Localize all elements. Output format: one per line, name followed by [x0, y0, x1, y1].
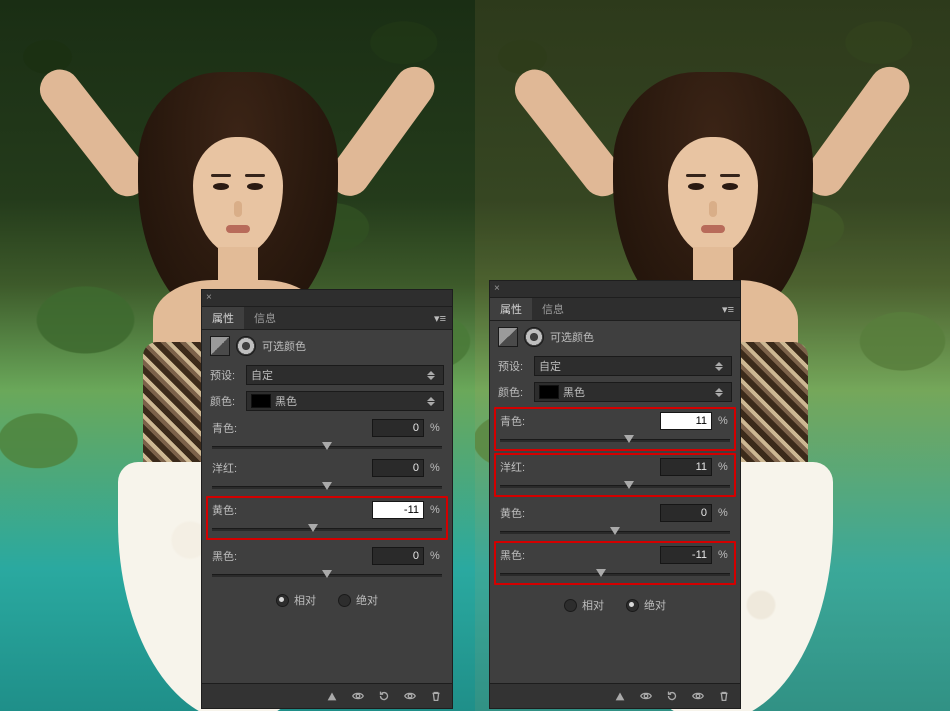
preset-label: 预设:: [210, 367, 240, 383]
method-absolute[interactable]: 绝对: [338, 592, 378, 608]
reset-icon[interactable]: [372, 686, 396, 706]
adjustment-type-icon[interactable]: [498, 327, 518, 347]
slider-value-input[interactable]: 11: [660, 458, 712, 476]
panel-menu-icon[interactable]: ▾≡: [428, 312, 452, 325]
properties-panel-right: × 属性 信息 ▾≡ 可选颜色 预设: 自定 颜色: 黑色 青色: 11% 洋红: 1…: [490, 281, 740, 708]
colors-label: 颜色:: [498, 384, 528, 400]
panel-footer: [490, 683, 740, 708]
preset-select[interactable]: 自定: [534, 356, 732, 376]
percent-label: %: [718, 415, 730, 427]
slider-thumb[interactable]: [308, 524, 318, 532]
slider-cyan: 青色: 11%: [494, 407, 736, 451]
method-radio-group: 相对 绝对: [490, 587, 740, 617]
slider-track[interactable]: [212, 440, 442, 454]
slider-thumb[interactable]: [322, 442, 332, 450]
toggle-visibility-icon[interactable]: [686, 686, 710, 706]
slider-magenta: 洋红: 11%: [494, 453, 736, 497]
slider-label: 青色:: [500, 413, 532, 429]
slider-value-input[interactable]: 0: [660, 504, 712, 522]
slider-label: 黑色:: [500, 547, 532, 563]
clip-to-layer-icon[interactable]: [320, 686, 344, 706]
method-radio-group: 相对 绝对: [202, 582, 452, 612]
tab-info[interactable]: 信息: [532, 298, 574, 320]
slider-thumb[interactable]: [624, 481, 634, 489]
colors-select[interactable]: 黑色: [534, 382, 732, 402]
method-relative[interactable]: 相对: [276, 592, 316, 608]
slider-label: 黑色:: [212, 548, 244, 564]
slider-value-input[interactable]: 0: [372, 547, 424, 565]
slider-value-input[interactable]: 11: [660, 412, 712, 430]
slider-label: 青色:: [212, 420, 244, 436]
reset-icon[interactable]: [660, 686, 684, 706]
percent-label: %: [718, 507, 730, 519]
toggle-visibility-icon[interactable]: [398, 686, 422, 706]
selective-color-icon[interactable]: [524, 327, 544, 347]
percent-label: %: [430, 504, 442, 516]
panel-tabs: 属性 信息 ▾≡: [202, 307, 452, 330]
delete-icon[interactable]: [424, 686, 448, 706]
panel-footer: [202, 683, 452, 708]
slider-thumb[interactable]: [596, 569, 606, 577]
panel-titlebar[interactable]: ×: [202, 290, 452, 307]
slider-track[interactable]: [212, 480, 442, 494]
slider-thumb[interactable]: [624, 435, 634, 443]
panel-tabs: 属性 信息 ▾≡: [490, 298, 740, 321]
colors-select[interactable]: 黑色: [246, 391, 444, 411]
selective-color-icon[interactable]: [236, 336, 256, 356]
slider-thumb[interactable]: [322, 482, 332, 490]
slider-cyan: 青色: 0%: [202, 414, 452, 454]
colors-label: 颜色:: [210, 393, 240, 409]
slider-yellow: 黄色: 0%: [490, 499, 740, 539]
view-previous-icon[interactable]: [634, 686, 658, 706]
slider-track[interactable]: [212, 568, 442, 582]
adjustment-title: 可选颜色: [550, 329, 594, 345]
close-icon[interactable]: ×: [206, 292, 212, 303]
tab-properties[interactable]: 属性: [490, 298, 532, 320]
percent-label: %: [718, 549, 730, 561]
slider-thumb[interactable]: [322, 570, 332, 578]
preset-select[interactable]: 自定: [246, 365, 444, 385]
slider-thumb[interactable]: [610, 527, 620, 535]
slider-black: 黑色: -11%: [494, 541, 736, 585]
preset-label: 预设:: [498, 358, 528, 374]
slider-black: 黑色: 0%: [202, 542, 452, 582]
slider-value-input[interactable]: 0: [372, 459, 424, 477]
delete-icon[interactable]: [712, 686, 736, 706]
clip-to-layer-icon[interactable]: [608, 686, 632, 706]
slider-track[interactable]: [500, 479, 730, 493]
percent-label: %: [430, 422, 442, 434]
comparison-canvas: × 属性 信息 ▾≡ 可选颜色 预设: 自定 颜色: 黑色 青色: 0% 洋红: 0%…: [0, 0, 950, 711]
slider-label: 洋红:: [212, 460, 244, 476]
tab-properties[interactable]: 属性: [202, 307, 244, 329]
percent-label: %: [430, 550, 442, 562]
percent-label: %: [430, 462, 442, 474]
slider-value-input[interactable]: -11: [372, 501, 424, 519]
slider-track[interactable]: [212, 522, 442, 536]
slider-track[interactable]: [500, 567, 730, 581]
properties-panel-left: × 属性 信息 ▾≡ 可选颜色 预设: 自定 颜色: 黑色 青色: 0% 洋红: 0%…: [202, 290, 452, 708]
panel-titlebar[interactable]: ×: [490, 281, 740, 298]
percent-label: %: [718, 461, 730, 473]
slider-value-input[interactable]: 0: [372, 419, 424, 437]
method-absolute[interactable]: 绝对: [626, 597, 666, 613]
panel-menu-icon[interactable]: ▾≡: [716, 303, 740, 316]
slider-label: 黄色:: [212, 502, 244, 518]
slider-track[interactable]: [500, 525, 730, 539]
view-previous-icon[interactable]: [346, 686, 370, 706]
tab-info[interactable]: 信息: [244, 307, 286, 329]
slider-yellow: 黄色: -11%: [206, 496, 448, 540]
close-icon[interactable]: ×: [494, 283, 500, 294]
slider-label: 黄色:: [500, 505, 532, 521]
method-relative[interactable]: 相对: [564, 597, 604, 613]
slider-label: 洋红:: [500, 459, 532, 475]
adjustment-title: 可选颜色: [262, 338, 306, 354]
slider-magenta: 洋红: 0%: [202, 454, 452, 494]
slider-track[interactable]: [500, 433, 730, 447]
adjustment-type-icon[interactable]: [210, 336, 230, 356]
slider-value-input[interactable]: -11: [660, 546, 712, 564]
